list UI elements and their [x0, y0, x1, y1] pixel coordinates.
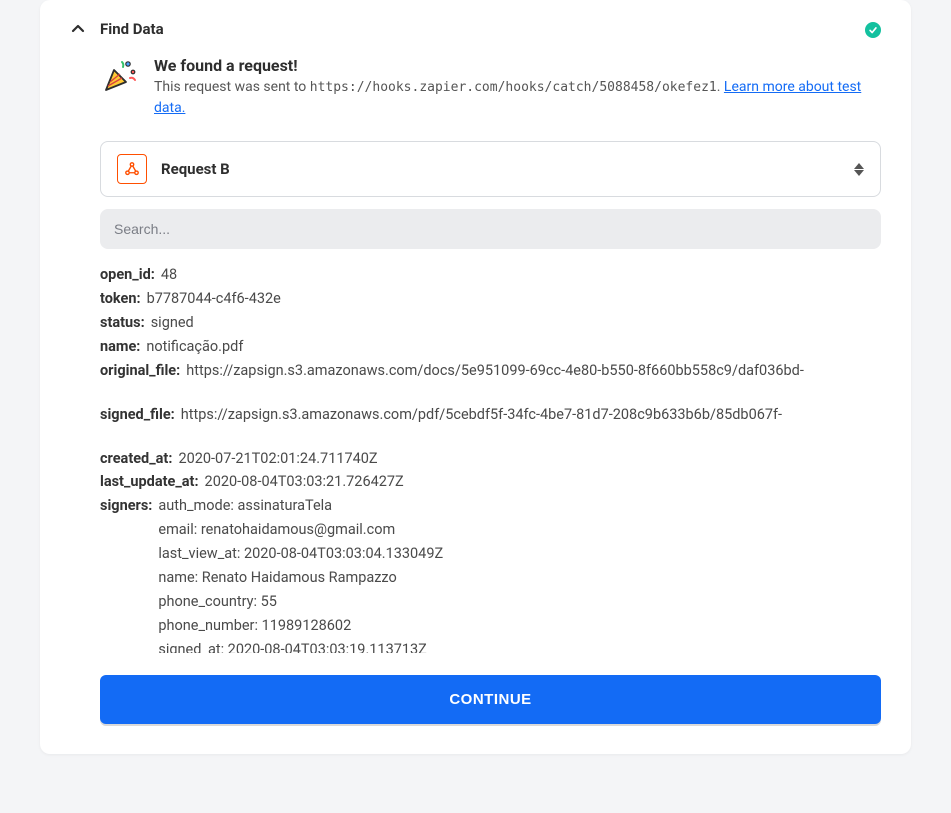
- field-key: created_at:: [100, 447, 172, 471]
- field-value: https://zapsign.s3.amazonaws.com/docs/5e…: [186, 359, 804, 383]
- found-heading: We found a request!: [154, 56, 881, 75]
- webhook-url: https://hooks.zapier.com/hooks/catch/508…: [310, 80, 717, 95]
- signer-last-view-at: last_view_at: 2020-08-04T03:03:04.133049…: [158, 542, 443, 566]
- webhook-icon: [117, 154, 147, 184]
- party-popper-icon: [100, 56, 140, 96]
- field-token: token: b7787044-c4f6-432e: [100, 287, 873, 311]
- signer-phone-country: phone_country: 55: [158, 590, 443, 614]
- found-request-block: We found a request! This request was sen…: [100, 56, 881, 119]
- field-last-update-at: last_update_at: 2020-08-04T03:03:21.7264…: [100, 470, 873, 494]
- signer-auth-mode: auth_mode: assinaturaTela: [158, 494, 443, 518]
- status-check-icon: [865, 22, 881, 38]
- field-created-at: created_at: 2020-07-21T02:01:24.711740Z: [100, 447, 873, 471]
- request-selector[interactable]: Request B: [100, 141, 881, 197]
- field-signed-file: signed_file: https://zapsign.s3.amazonaw…: [100, 403, 873, 427]
- field-signers: signers: auth_mode: assinaturaTela email…: [100, 494, 873, 653]
- field-value: 2020-08-04T03:03:21.726427Z: [205, 470, 404, 494]
- field-key: name:: [100, 335, 140, 359]
- field-name: name: notificação.pdf: [100, 335, 873, 359]
- field-status: status: signed: [100, 311, 873, 335]
- field-key: status:: [100, 311, 145, 335]
- field-key: signers:: [100, 494, 152, 518]
- field-value: b7787044-c4f6-432e: [147, 287, 281, 311]
- signers-lines: auth_mode: assinaturaTela email: renatoh…: [158, 494, 443, 653]
- signer-phone-number: phone_number: 11989128602: [158, 614, 443, 638]
- panel-content: We found a request! This request was sen…: [70, 38, 881, 724]
- data-area: Request B open_id: 48 token: b7787044-c4…: [100, 141, 881, 724]
- field-key: last_update_at:: [100, 470, 199, 494]
- field-key: open_id:: [100, 263, 155, 287]
- chevron-up-icon[interactable]: [70, 21, 86, 37]
- field-value: 48: [161, 263, 177, 287]
- dot: .: [717, 79, 724, 95]
- field-key: signed_file:: [100, 403, 175, 427]
- data-list[interactable]: open_id: 48 token: b7787044-c4f6-432e st…: [100, 263, 881, 653]
- field-value: notificação.pdf: [146, 335, 243, 359]
- find-data-panel: Find Data We found a request!: [40, 0, 911, 754]
- found-prefix: This request was sent to: [154, 79, 310, 95]
- field-value: https://zapsign.s3.amazonaws.com/pdf/5ce…: [181, 403, 782, 427]
- found-text: We found a request! This request was sen…: [154, 56, 881, 119]
- found-description: This request was sent to https://hooks.z…: [154, 77, 881, 119]
- signer-signed-at: signed_at: 2020-08-04T03:03:19.113713Z: [158, 638, 443, 653]
- continue-button[interactable]: CONTINUE: [100, 675, 881, 724]
- signer-name: name: Renato Haidamous Rampazzo: [158, 566, 443, 590]
- field-open-id: open_id: 48: [100, 263, 873, 287]
- field-key: token:: [100, 287, 141, 311]
- panel-title: Find Data: [100, 20, 164, 38]
- search-input[interactable]: [100, 209, 881, 249]
- search-box: [100, 209, 881, 249]
- signer-email: email: renatohaidamous@gmail.com: [158, 518, 443, 542]
- field-original-file: original_file: https://zapsign.s3.amazon…: [100, 359, 873, 383]
- field-value: signed: [151, 311, 194, 335]
- sort-icon: [854, 163, 864, 176]
- field-value: 2020-07-21T02:01:24.711740Z: [178, 447, 377, 471]
- request-label: Request B: [161, 160, 230, 178]
- panel-header: Find Data: [70, 20, 881, 38]
- field-key: original_file:: [100, 359, 180, 383]
